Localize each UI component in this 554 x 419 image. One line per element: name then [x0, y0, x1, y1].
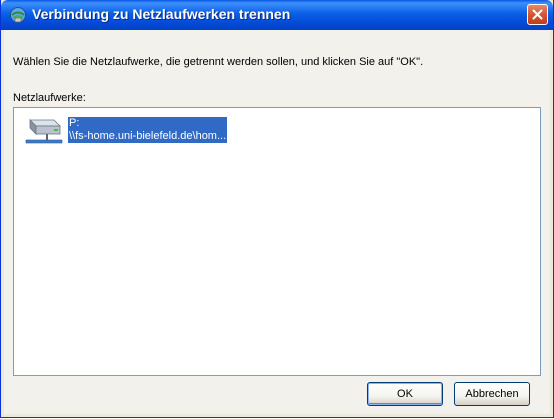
dialog-body: Wählen Sie die Netzlaufwerke, die getren… [4, 30, 550, 414]
title-bar[interactable]: Verbindung zu Netzlaufwerken trennen [1, 0, 553, 30]
instruction-text: Wählen Sie die Netzlaufwerke, die getren… [13, 56, 424, 68]
network-drive-disconnect-icon [9, 6, 27, 24]
network-drives-list[interactable]: P: \\fs-home.uni-bielefeld.de\hom... [13, 107, 541, 376]
ok-button[interactable]: OK [367, 382, 443, 406]
window-title: Verbindung zu Netzlaufwerken trennen [32, 6, 291, 22]
drive-label-selected[interactable]: P: \\fs-home.uni-bielefeld.de\hom... [68, 117, 228, 143]
drive-letter: P: [69, 117, 80, 129]
network-drive-icon [24, 114, 64, 151]
list-item-drive-p[interactable]: P: \\fs-home.uni-bielefeld.de\hom... [20, 114, 270, 148]
dialog-window: Verbindung zu Netzlaufwerken trennen Wäh… [0, 0, 554, 418]
close-icon [532, 9, 543, 20]
cancel-button[interactable]: Abbrechen [454, 382, 530, 406]
close-button[interactable] [527, 4, 548, 25]
network-drives-label: Netzlaufwerke: [13, 92, 86, 104]
drive-path: \\fs-home.uni-bielefeld.de\hom... [69, 130, 227, 142]
